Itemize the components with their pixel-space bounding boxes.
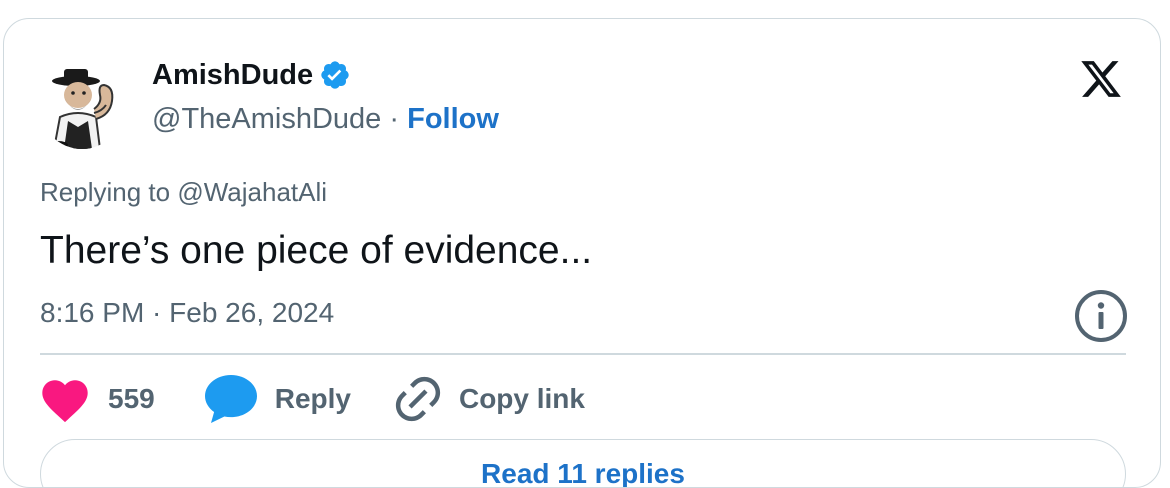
author-handle[interactable]: @TheAmishDude — [152, 103, 381, 135]
author-handle-row: @TheAmishDude · Follow — [152, 101, 499, 137]
like-count: 559 — [108, 383, 155, 414]
replying-to-prefix: Replying to — [40, 177, 171, 207]
avatar-cartoon-image — [40, 65, 124, 149]
heart-icon — [38, 375, 92, 423]
tweet-text: There’s one piece of evidence... — [40, 229, 593, 272]
tweet-actions: 559 Reply Copy link — [38, 371, 585, 427]
avatar[interactable] — [40, 65, 124, 149]
speech-bubble-icon — [203, 373, 259, 425]
reply-label: Reply — [274, 383, 351, 414]
tweet-embed-card: AmishDude @TheAmishDude · Follow Replyin… — [3, 18, 1161, 488]
info-icon[interactable] — [1074, 289, 1128, 343]
replying-to-mention[interactable]: @WajahatAli — [177, 177, 327, 207]
tweet-timestamp[interactable]: 8:16 PM · Feb 26, 2024 — [40, 295, 334, 331]
copy-link-button[interactable]: Copy link — [391, 372, 585, 426]
copy-link-label: Copy link — [458, 383, 585, 414]
replying-to-line: Replying to @WajahatAli — [40, 175, 327, 209]
link-icon — [391, 372, 445, 426]
reply-button[interactable]: Reply — [203, 373, 351, 425]
divider — [40, 353, 1126, 355]
verified-badge-icon — [319, 59, 351, 91]
author-display-name[interactable]: AmishDude — [152, 57, 313, 93]
follow-button[interactable]: Follow — [407, 103, 499, 135]
like-button[interactable]: 559 — [38, 375, 155, 423]
separator-dot: · — [389, 103, 400, 135]
read-replies-button[interactable]: Read 11 replies — [40, 439, 1126, 487]
x-logo-icon[interactable] — [1078, 57, 1124, 101]
author-name-row[interactable]: AmishDude — [152, 57, 351, 93]
